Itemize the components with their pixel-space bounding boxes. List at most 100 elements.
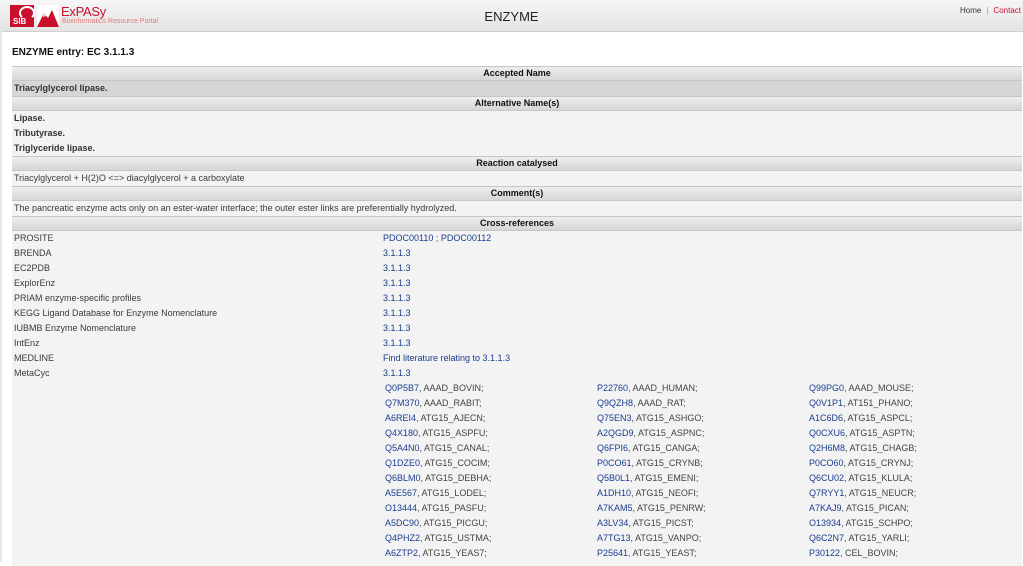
xref-row-kegg: KEGG Ligand Database for Enzyme Nomencla… [12, 306, 1022, 321]
uniprot-accession-link[interactable]: A7KAJ9 [809, 503, 842, 513]
uniprot-entry: Q0V1P1, AT151_PHANO; [809, 396, 913, 411]
xref-row-medline: MEDLINE Find literature relating to 3.1.… [12, 351, 1022, 366]
uniprot-entry-name: , ATG15_VANPO; [630, 533, 702, 543]
uniprot-accession-link[interactable]: A7KAM5 [597, 503, 633, 513]
uniprot-accession-link[interactable]: A3LV34 [597, 518, 628, 528]
xref-link[interactable]: 3.1.1.3 [383, 306, 411, 321]
uniprot-accession-link[interactable]: Q5A4N0 [385, 443, 420, 453]
uniprot-entry-name: , AAAD_RABIT; [419, 398, 482, 408]
uniprot-row: A5DC90, ATG15_PICGU; A3LV34, ATG15_PICST;… [12, 516, 1022, 531]
uniprot-row: Q1DZE0, ATG15_COCIM; P0CO61, ATG15_CRYNB;… [12, 456, 1022, 471]
uniprot-entry-name: , ATG15_PICGU; [419, 518, 488, 528]
uniprot-accession-link[interactable]: Q9QZH8 [597, 398, 633, 408]
alternative-name: Tributyrase. [14, 128, 66, 138]
xref-link[interactable]: 3.1.1.3 [383, 321, 411, 336]
uniprot-accession-link[interactable]: Q6FPI6 [597, 443, 628, 453]
uniprot-entry-name: , CEL_BOVIN; [840, 548, 899, 558]
xref-link[interactable]: 3.1.1.3 [383, 261, 411, 276]
uniprot-accession-link[interactable]: O13934 [809, 518, 841, 528]
uniprot-entry: Q6BLM0, ATG15_DEBHA; [385, 471, 491, 486]
xref-link[interactable]: 3.1.1.3 [383, 366, 411, 381]
uniprot-row: A5E567, ATG15_LODEL; A1DH10, ATG15_NEOFI;… [12, 486, 1022, 501]
uniprot-entry: P30122, CEL_BOVIN; [809, 546, 898, 561]
uniprot-entry: Q7M370, AAAD_RABIT; [385, 396, 482, 411]
uniprot-accession-link[interactable]: Q4X180 [385, 428, 418, 438]
xref-row-priam: PRIAM enzyme-specific profiles 3.1.1.3 [12, 291, 1022, 306]
uniprot-entry-name: , ATG15_CANAL; [419, 443, 490, 453]
uniprot-accession-link[interactable]: Q75EN3 [597, 413, 632, 423]
uniprot-accession-link[interactable]: Q99PG0 [809, 383, 844, 393]
uniprot-entry-name: , ATG15_CHAGB; [845, 443, 917, 453]
prosite-link-2[interactable]: PDOC00112 [441, 233, 491, 243]
uniprot-accession-link[interactable]: A5E567 [385, 488, 417, 498]
uniprot-entry: A2QGD9, ATG15_ASPNC; [597, 426, 704, 441]
uniprot-entry-name: , AAAD_BOVIN; [419, 383, 484, 393]
uniprot-entry: A1C6D6, ATG15_ASPCL; [809, 411, 912, 426]
xref-link[interactable]: 3.1.1.3 [383, 276, 411, 291]
section-header-cross-references: Cross-references [12, 216, 1022, 231]
uniprot-row: A6REI4, ATG15_AJECN; Q75EN3, ATG15_ASHGO;… [12, 411, 1022, 426]
uniprot-entry: Q6FPI6, ATG15_CANGA; [597, 441, 700, 456]
uniprot-accession-link[interactable]: Q6BLM0 [385, 473, 421, 483]
uniprot-accession-link[interactable]: A7TG13 [597, 533, 631, 543]
home-link[interactable]: Home [960, 6, 981, 15]
uniprot-accession-link[interactable]: Q4PHZ2 [385, 533, 420, 543]
entry-heading: ENZYME entry: EC 3.1.1.3 [12, 47, 135, 58]
xref-link[interactable]: 3.1.1.3 [383, 336, 411, 351]
uniprot-accession-link[interactable]: A6ZTP2 [385, 548, 418, 558]
uniprot-entry-name: , ATG15_KLULA; [844, 473, 913, 483]
entry-table: Accepted Name Triacylglycerol lipase. Al… [12, 66, 1022, 566]
uniprot-accession-link[interactable]: Q2H6M8 [809, 443, 845, 453]
uniprot-entry: Q6CU02, ATG15_KLULA; [809, 471, 912, 486]
xref-link[interactable]: Find literature relating to 3.1.1.3 [383, 351, 510, 366]
uniprot-entry: Q0P5B7, AAAD_BOVIN; [385, 381, 484, 396]
uniprot-accession-link[interactable]: Q0P5B7 [385, 383, 419, 393]
uniprot-accession-link[interactable]: Q0CXU6 [809, 428, 845, 438]
uniprot-accession-link[interactable]: P22760 [597, 383, 628, 393]
uniprot-entry: P0CO61, ATG15_CRYNB; [597, 456, 703, 471]
uniprot-accession-link[interactable]: Q6CU02 [809, 473, 844, 483]
uniprot-entry-name: , ATG15_ASPCL; [843, 413, 913, 423]
xref-name: EC2PDB [14, 263, 51, 273]
uniprot-accession-link[interactable]: P25641 [597, 548, 628, 558]
xref-name: PRIAM enzyme-specific profiles [14, 293, 142, 303]
uniprot-accession-link[interactable]: O13444 [385, 503, 417, 513]
uniprot-accession-link[interactable]: P0CO60 [809, 458, 844, 468]
uniprot-entry-name: , ATG15_COCIM; [420, 458, 490, 468]
uniprot-entry-name: , ATG15_PENRW; [632, 503, 706, 513]
xref-name: IUBMB Enzyme Nomenclature [14, 323, 137, 333]
prosite-link-1[interactable]: PDOC00110 [383, 233, 433, 243]
uniprot-accession-link[interactable]: Q6C2N7 [809, 533, 844, 543]
uniprot-accession-link[interactable]: A2QGD9 [597, 428, 634, 438]
uniprot-entry-name: , AAAD_MOUSE; [844, 383, 914, 393]
uniprot-accession-link[interactable]: Q5B0L1 [597, 473, 630, 483]
uniprot-entry-name: , ATG15_DEBHA; [420, 473, 492, 483]
uniprot-entry: O13444, ATG15_PASFU; [385, 501, 486, 516]
xref-link[interactable]: 3.1.1.3 [383, 246, 411, 261]
uniprot-accession-link[interactable]: Q7M370 [385, 398, 420, 408]
uniprot-entry-name: , ATG15_CRYNJ; [843, 458, 914, 468]
contact-link[interactable]: Contact [993, 6, 1021, 15]
uniprot-accession-link[interactable]: A1C6D6 [809, 413, 843, 423]
uniprot-accession-link[interactable]: Q1DZE0 [385, 458, 420, 468]
uniprot-entry: Q0CXU6, ATG15_ASPTN; [809, 426, 915, 441]
xref-name: BRENDA [14, 248, 52, 258]
uniprot-entry: Q4PHZ2, ATG15_USTMA; [385, 531, 491, 546]
xref-link[interactable]: 3.1.1.3 [383, 291, 411, 306]
uniprot-accession-link[interactable]: P0CO61 [597, 458, 632, 468]
uniprot-accession-link[interactable]: Q7RYY1 [809, 488, 844, 498]
uniprot-accession-link[interactable]: Q0V1P1 [809, 398, 843, 408]
uniprot-accession-link[interactable]: P30122 [809, 548, 840, 558]
uniprot-entry-name: , ATG15_USTMA; [420, 533, 492, 543]
uniprot-accession-link[interactable]: A5DC90 [385, 518, 419, 528]
xref-row-intenz: IntEnz 3.1.1.3 [12, 336, 1022, 351]
uniprot-entry: P22760, AAAD_HUMAN; [597, 381, 698, 396]
accepted-name: Triacylglycerol lipase. [12, 81, 1022, 96]
xref-name: MetaCyc [14, 368, 50, 378]
uniprot-entry-name: , ATG15_YEAS7; [418, 548, 487, 558]
uniprot-accession-link[interactable]: A6REI4 [385, 413, 416, 423]
uniprot-accession-link[interactable]: A1DH10 [597, 488, 631, 498]
nav-separator: | [986, 6, 989, 15]
uniprot-entry: A7KAM5, ATG15_PENRW; [597, 501, 706, 516]
uniprot-entry-name: , ATG15_ASPNC; [633, 428, 705, 438]
